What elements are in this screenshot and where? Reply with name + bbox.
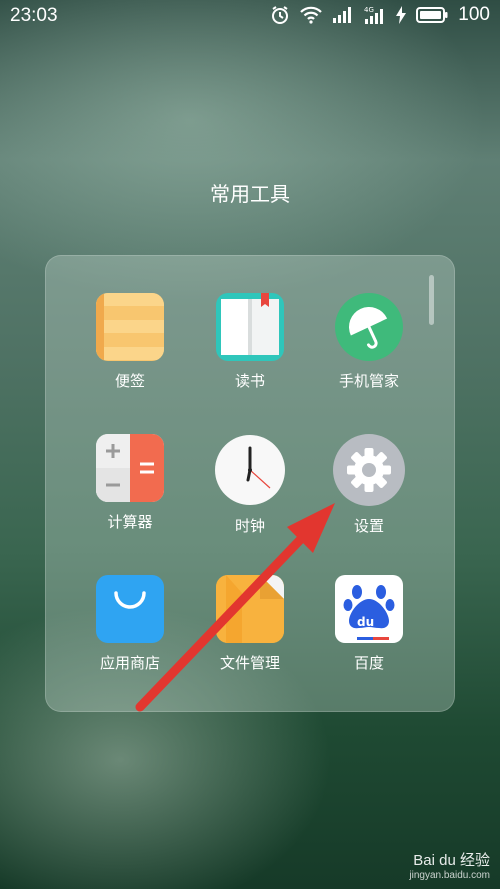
app-label-clock: 时钟 bbox=[234, 517, 265, 535]
folder-title: 常用工具 bbox=[210, 182, 290, 206]
watermark-text: Bai du 经验 bbox=[413, 852, 490, 869]
baidu-paw-icon: du bbox=[335, 575, 403, 643]
4g-signal-icon: 4G bbox=[364, 5, 386, 25]
shopping-bag-icon bbox=[96, 575, 164, 643]
clock-icon bbox=[214, 434, 286, 506]
status-bar: 23:03 4G 100 bbox=[0, 0, 500, 34]
app-store[interactable]: 应用商店 bbox=[75, 575, 185, 673]
folder-icon bbox=[216, 575, 284, 643]
app-label-settings: 设置 bbox=[353, 517, 384, 535]
app-reader[interactable]: 读书 bbox=[195, 293, 305, 391]
watermark-sub: jingyan.baidu.com bbox=[409, 870, 490, 881]
status-time: 23:03 bbox=[10, 5, 58, 26]
svg-text:du: du bbox=[357, 615, 374, 629]
notes-icon bbox=[96, 293, 164, 361]
battery-percent: 100 bbox=[458, 4, 490, 25]
status-icons: 4G 100 bbox=[270, 4, 490, 26]
app-clock[interactable]: 时钟 bbox=[195, 434, 305, 536]
app-label-file-manager: 文件管理 bbox=[219, 654, 280, 672]
battery-icon bbox=[416, 6, 448, 24]
app-calculator[interactable]: 计算器 bbox=[75, 434, 185, 532]
app-baidu[interactable]: du 百度 bbox=[314, 575, 424, 673]
folder-scrollbar[interactable] bbox=[429, 275, 434, 325]
alarm-icon bbox=[270, 5, 290, 25]
app-notes[interactable]: 便签 bbox=[75, 293, 185, 391]
app-label-phone-manager: 手机管家 bbox=[338, 372, 399, 390]
app-label-calculator: 计算器 bbox=[107, 513, 153, 531]
app-settings[interactable]: 设置 bbox=[314, 434, 424, 536]
watermark: Bai du 经验 jingyan.baidu.com bbox=[409, 849, 490, 881]
gear-icon bbox=[333, 434, 405, 506]
calculator-icon bbox=[96, 434, 164, 502]
app-phone-manager[interactable]: 手机管家 bbox=[314, 293, 424, 391]
wifi-icon bbox=[300, 6, 323, 24]
app-label-notes: 便签 bbox=[114, 372, 145, 390]
app-label-baidu: 百度 bbox=[353, 654, 384, 672]
charging-icon bbox=[396, 6, 407, 24]
signal-icon bbox=[332, 6, 354, 24]
app-label-store: 应用商店 bbox=[99, 654, 160, 672]
book-icon bbox=[216, 293, 284, 361]
svg-text:4G: 4G bbox=[364, 6, 374, 14]
app-label-reader: 读书 bbox=[234, 372, 265, 390]
umbrella-icon bbox=[335, 293, 403, 361]
app-file-manager[interactable]: 文件管理 bbox=[195, 575, 305, 673]
